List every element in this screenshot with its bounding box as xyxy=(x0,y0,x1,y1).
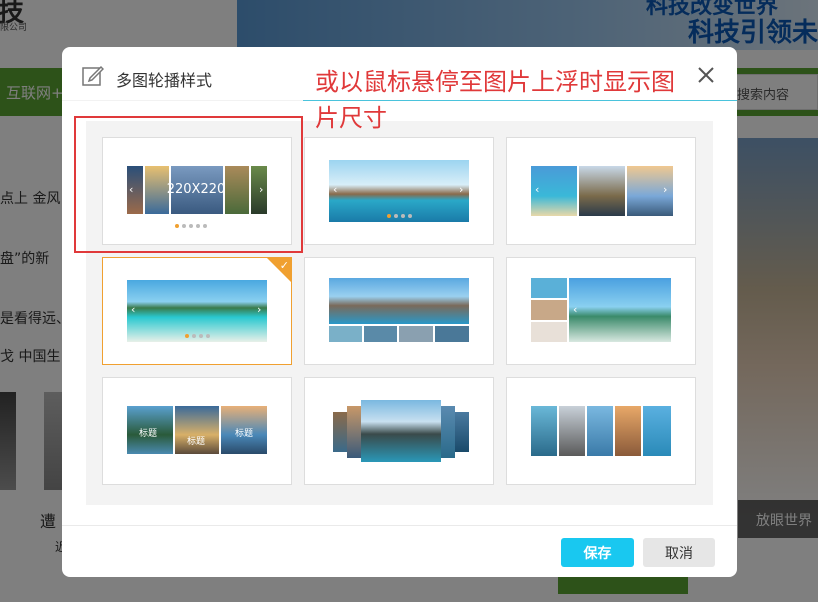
edit-icon xyxy=(82,65,104,86)
dot xyxy=(206,334,210,338)
close-icon[interactable] xyxy=(694,63,718,87)
carousel-thumb xyxy=(364,326,397,342)
annotation-highlight-box xyxy=(74,116,303,253)
carousel-thumb xyxy=(441,406,455,458)
arrow-right-icon: › xyxy=(257,303,262,316)
style-option-3[interactable]: ‹ › xyxy=(506,137,696,245)
caption-label: 标题 xyxy=(187,437,206,447)
style-option-6[interactable]: ‹ xyxy=(506,257,696,365)
arrow-right-icon: › xyxy=(459,183,464,196)
carousel-thumb xyxy=(531,278,567,298)
dialog-title: 多图轮播样式 xyxy=(116,71,213,90)
dialog-footer: 保存 取消 xyxy=(62,525,737,577)
dot xyxy=(199,334,203,338)
carousel-thumb xyxy=(435,326,469,342)
carousel-thumb xyxy=(347,406,361,458)
dot-active xyxy=(185,334,189,338)
carousel-thumb xyxy=(455,412,469,452)
dot xyxy=(394,214,398,218)
carousel-thumb xyxy=(643,406,671,456)
arrow-right-icon: › xyxy=(663,183,668,196)
carousel-thumb xyxy=(399,326,433,342)
carousel-dots xyxy=(185,334,210,338)
carousel-thumb xyxy=(531,406,557,456)
carousel-image xyxy=(329,160,469,222)
dot-active xyxy=(387,214,391,218)
dot xyxy=(192,334,196,338)
arrow-left-icon: ‹ xyxy=(573,303,578,316)
dot xyxy=(401,214,405,218)
style-option-4[interactable]: ‹ › ✓ xyxy=(102,257,292,365)
annotation-text: 或以鼠标悬停至图片上浮时显示图片尺寸 xyxy=(315,68,675,132)
carousel-thumb xyxy=(559,406,585,456)
caption-label: 标题 xyxy=(139,429,158,439)
style-option-9[interactable] xyxy=(506,377,696,485)
style-option-7[interactable]: 标题 标题 标题 xyxy=(102,377,292,485)
carousel-thumb xyxy=(579,166,625,216)
cancel-button[interactable]: 取消 xyxy=(643,538,715,567)
carousel-thumb xyxy=(587,406,613,456)
check-icon: ✓ xyxy=(279,259,289,272)
style-option-8[interactable] xyxy=(304,377,494,485)
carousel-image xyxy=(329,278,469,324)
carousel-image xyxy=(361,400,441,462)
arrow-left-icon: ‹ xyxy=(333,183,338,196)
carousel-image xyxy=(127,280,267,342)
arrow-left-icon: ‹ xyxy=(535,183,540,196)
carousel-dots xyxy=(387,214,412,218)
carousel-thumb xyxy=(531,300,567,320)
carousel-thumb xyxy=(531,322,567,342)
caption-label: 标题 xyxy=(235,429,254,439)
save-button[interactable]: 保存 xyxy=(561,538,634,567)
style-option-2[interactable]: ‹ › xyxy=(304,137,494,245)
style-option-5[interactable] xyxy=(304,257,494,365)
carousel-thumb xyxy=(333,412,347,452)
carousel-thumb xyxy=(615,406,641,456)
dot xyxy=(408,214,412,218)
arrow-left-icon: ‹ xyxy=(131,303,136,316)
carousel-image xyxy=(569,278,671,342)
carousel-thumb xyxy=(329,326,362,342)
